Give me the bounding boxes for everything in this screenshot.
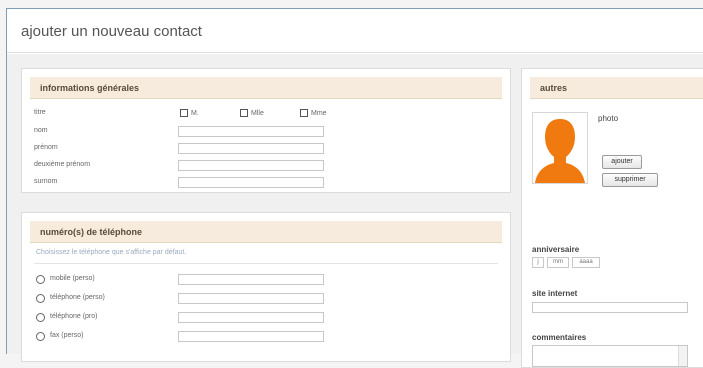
default-radio-work[interactable] (36, 313, 45, 322)
comments-label: commentaires (532, 333, 587, 342)
phone-input-home[interactable] (178, 293, 324, 304)
birthday-day-input[interactable]: j (532, 257, 544, 268)
add-photo-button[interactable]: ajouter (602, 155, 642, 169)
website-label: site internet (532, 289, 578, 298)
phone-panel: numéro(s) de téléphone Choisissez le tél… (21, 212, 511, 362)
comments-scrollbar[interactable] (678, 346, 687, 366)
website-input[interactable] (532, 302, 688, 313)
middle-name-input[interactable] (178, 160, 324, 171)
phone-label-work: téléphone (pro) (50, 313, 98, 320)
delete-photo-button[interactable]: supprimer (602, 173, 658, 187)
avatar-silhouette-icon (535, 119, 585, 183)
birthday-label: anniversaire (532, 245, 580, 254)
comments-textarea[interactable] (532, 345, 688, 367)
phone-input-fax[interactable] (178, 331, 324, 342)
title-option-mlle[interactable]: Mlle (240, 109, 264, 117)
birthday-month-input[interactable]: mm (547, 257, 569, 268)
content-area: informations générales titre M. Mlle Mme… (7, 54, 703, 368)
checkbox-mme[interactable] (300, 109, 308, 117)
general-info-header: informations générales (30, 77, 502, 99)
default-radio-fax[interactable] (36, 332, 45, 341)
middle-name-label: deuxième prénom (34, 161, 91, 168)
app-window: ajouter un nouveau contact informations … (6, 8, 703, 368)
checkbox-mlle[interactable] (240, 109, 248, 117)
other-panel: autres photo ajouter supprimer anniversa… (521, 68, 703, 368)
phone-input-work[interactable] (178, 312, 324, 323)
first-name-input[interactable] (178, 143, 324, 154)
general-info-panel: informations générales titre M. Mlle Mme… (21, 68, 511, 193)
title-option-m[interactable]: M. (180, 109, 199, 117)
birthday-year-input[interactable]: aaaa (572, 257, 600, 268)
phone-label-home: téléphone (perso) (50, 294, 105, 301)
title-label: titre (34, 109, 46, 116)
phone-label-fax: fax (perso) (50, 332, 84, 339)
phone-input-mobile[interactable] (178, 274, 324, 285)
nickname-input[interactable] (178, 177, 324, 188)
phone-header: numéro(s) de téléphone (30, 221, 502, 243)
first-name-label: prénom (34, 144, 58, 151)
photo-label: photo (598, 114, 619, 123)
default-radio-mobile[interactable] (36, 275, 45, 284)
default-radio-home[interactable] (36, 294, 45, 303)
phone-divider (34, 263, 498, 264)
photo-frame (532, 112, 588, 184)
last-name-input[interactable] (178, 126, 324, 137)
last-name-label: nom (34, 127, 48, 134)
other-header: autres (530, 77, 703, 99)
page-title: ajouter un nouveau contact (7, 9, 703, 53)
nickname-label: surnom (34, 178, 58, 185)
phone-hint: Choisissez le téléphone que s'affiche pa… (36, 249, 187, 256)
title-option-mme[interactable]: Mme (300, 109, 327, 117)
phone-label-mobile: mobile (perso) (50, 275, 95, 282)
checkbox-m[interactable] (180, 109, 188, 117)
